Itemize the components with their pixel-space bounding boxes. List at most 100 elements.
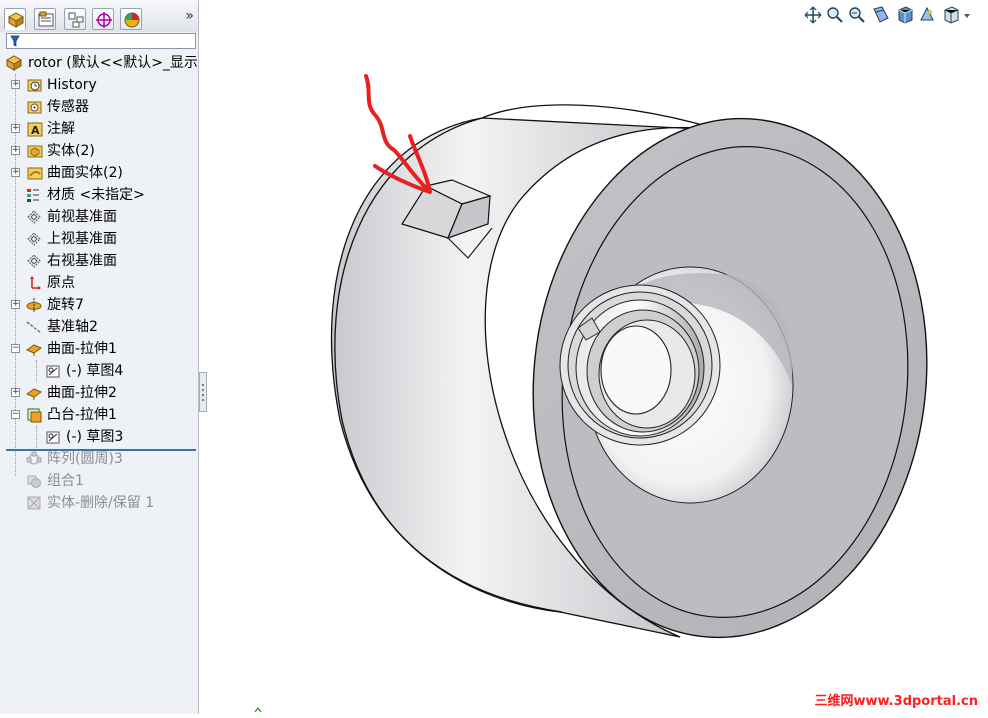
dropdown-icon[interactable] xyxy=(962,6,972,24)
tree-item-label: 注解 xyxy=(47,121,75,137)
tree-item-label: 组合1 xyxy=(47,473,84,489)
delete-body-icon xyxy=(27,496,41,510)
previous-view-icon[interactable] xyxy=(848,6,866,24)
tree-item-surface-extrude1[interactable]: − 曲面-拉伸1 xyxy=(0,338,198,360)
surface-extrude-icon xyxy=(26,388,42,400)
solid-bodies-icon xyxy=(27,145,43,158)
tree-item-origin[interactable]: 原点 xyxy=(0,272,198,294)
section-view-icon[interactable] xyxy=(872,6,890,24)
tree-item-material[interactable]: 材质 <未指定> xyxy=(0,184,198,206)
tree-item-annotations[interactable]: + A 注解 xyxy=(0,118,198,140)
expand-toggle[interactable]: + xyxy=(11,146,20,155)
zoom-to-fit-icon[interactable] xyxy=(804,6,822,24)
surface-extrude-icon xyxy=(26,344,42,356)
expand-toggle[interactable]: + xyxy=(11,168,20,177)
tree-item-label: 实体(2) xyxy=(47,143,95,159)
tree-item-revolve7[interactable]: + 旋转7 xyxy=(0,294,198,316)
part-icon xyxy=(6,55,22,71)
axis-icon xyxy=(26,321,42,334)
boss-extrude-icon xyxy=(27,408,42,423)
model-view[interactable] xyxy=(200,0,988,714)
tree-item-label: 右视基准面 xyxy=(47,253,117,269)
revolve-icon xyxy=(26,298,42,312)
tree-item-label: 传感器 xyxy=(47,99,89,115)
graphics-area[interactable] xyxy=(200,0,988,714)
sensors-icon xyxy=(27,101,42,114)
tree-item-label: 旋转7 xyxy=(47,297,84,313)
expand-toggle[interactable]: + xyxy=(11,124,20,133)
display-style-icon[interactable] xyxy=(918,6,936,24)
material-icon xyxy=(27,189,39,202)
tree-item-label: 曲面实体(2) xyxy=(47,165,123,181)
dimxpert-tab[interactable] xyxy=(92,8,114,30)
watermark-cn: 三维网 xyxy=(814,694,854,709)
tree-item-label: 基准轴2 xyxy=(47,319,98,335)
reference-triad-icon xyxy=(254,707,262,713)
watermark: 三维网www.3dportal.cn xyxy=(814,690,979,709)
propertymanager-icon xyxy=(38,11,54,27)
tree-item-label: 原点 xyxy=(47,275,75,291)
configurationmanager-tab[interactable] xyxy=(64,8,86,30)
circular-pattern-icon xyxy=(26,451,42,465)
tree-item-axis2[interactable]: 基准轴2 xyxy=(0,316,198,338)
featuremanager-tab[interactable] xyxy=(4,8,26,30)
plane-icon xyxy=(27,232,41,246)
feature-filter-input[interactable] xyxy=(6,33,196,49)
history-icon xyxy=(27,79,42,92)
tree-root-rotor[interactable]: rotor (默认<<默认>_显示 xyxy=(0,52,198,74)
plane-icon xyxy=(27,254,41,268)
tree-item-solid-bodies[interactable]: + 实体(2) xyxy=(0,140,198,162)
tree-item-circular-pattern3[interactable]: 阵列(圆周)3 xyxy=(0,448,198,470)
tree-item-label: 实体-删除/保留 1 xyxy=(47,495,155,511)
tree-item-label: 材质 <未指定> xyxy=(47,187,145,203)
collapse-panel-button[interactable]: » xyxy=(185,8,194,24)
tree-item-surface-bodies[interactable]: + 曲面实体(2) xyxy=(0,162,198,184)
tree-item-top-plane[interactable]: 上视基准面 xyxy=(0,228,198,250)
tree-item-label: (-) 草图4 xyxy=(66,363,124,379)
tree-item-label: 曲面-拉伸2 xyxy=(47,385,117,401)
svg-text:A: A xyxy=(31,124,40,137)
featuremanager-icon xyxy=(7,12,25,28)
watermark-url: www.3dportal.cn xyxy=(853,694,978,709)
tree-item-sketch4[interactable]: (-) 草图4 xyxy=(0,360,198,382)
collapse-toggle[interactable]: − xyxy=(11,344,20,353)
hide-show-items-icon[interactable] xyxy=(942,6,960,24)
tree-item-sensors[interactable]: 传感器 xyxy=(0,96,198,118)
filter-icon xyxy=(10,35,20,47)
expand-toggle[interactable]: + xyxy=(11,300,20,309)
sketch-icon xyxy=(46,431,60,444)
surface-bodies-icon xyxy=(27,167,43,180)
tree-item-history[interactable]: + History xyxy=(0,74,198,96)
rotor-through-hole[interactable] xyxy=(600,325,672,415)
manager-tab-bar: » xyxy=(0,0,198,32)
tree-item-right-plane[interactable]: 右视基准面 xyxy=(0,250,198,272)
tree-item-sketch3[interactable]: (-) 草图3 xyxy=(0,426,198,448)
rollback-bar[interactable] xyxy=(6,449,196,451)
tree-item-label: History xyxy=(47,77,97,93)
sketch-icon xyxy=(46,365,60,378)
tree-item-delete-body1[interactable]: 实体-删除/保留 1 xyxy=(0,492,198,514)
display-manager-icon xyxy=(124,12,140,28)
tree-item-combine1[interactable]: 组合1 xyxy=(0,470,198,492)
view-orientation-icon[interactable] xyxy=(896,6,914,24)
tree-item-label: 阵列(圆周)3 xyxy=(47,451,123,467)
tree-root-label: rotor (默认<<默认>_显示 xyxy=(28,55,198,71)
annotations-icon: A xyxy=(27,122,43,137)
zoom-to-area-icon[interactable] xyxy=(826,6,844,24)
tree-item-surface-extrude2[interactable]: + 曲面-拉伸2 xyxy=(0,382,198,404)
dimxpert-icon xyxy=(96,12,112,28)
origin-icon xyxy=(30,276,41,290)
propertymanager-tab[interactable] xyxy=(34,8,56,30)
tree-item-label: 曲面-拉伸1 xyxy=(47,341,117,357)
tree-item-label: 凸台-拉伸1 xyxy=(47,407,117,423)
plane-icon xyxy=(27,210,41,224)
collapse-toggle[interactable]: − xyxy=(11,410,20,419)
feature-manager-panel: » rotor (默认<<默认>_显示 + History 传感器 + A 注解… xyxy=(0,0,199,714)
tree-item-label: 上视基准面 xyxy=(47,231,117,247)
expand-toggle[interactable]: + xyxy=(11,80,20,89)
rotor-part[interactable] xyxy=(299,71,952,657)
display-manager-tab[interactable] xyxy=(120,8,142,30)
tree-item-front-plane[interactable]: 前视基准面 xyxy=(0,206,198,228)
tree-item-boss-extrude1[interactable]: − 凸台-拉伸1 xyxy=(0,404,198,426)
expand-toggle[interactable]: + xyxy=(11,388,20,397)
